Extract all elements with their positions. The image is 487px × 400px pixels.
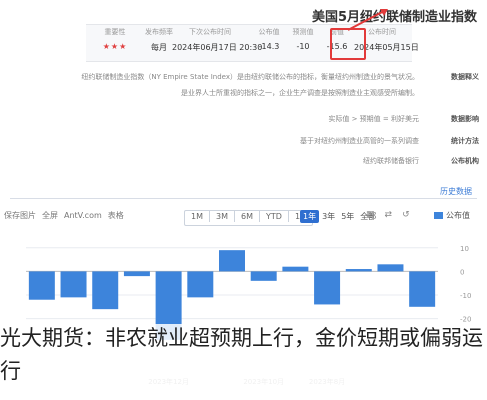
info-row: 是业界人士所重视的指标之一，企业生产调查是按照制造业主观感受所编制。 [8,88,479,100]
info-label: 数据释义 [451,73,479,81]
zoom-group: 1M3M6MYTD1Y [184,210,313,226]
bar [345,269,372,272]
zoom-button[interactable]: 1M [185,211,210,222]
article-caption: 光大期货：非农就业超预期上行，金价短期或偏弱运行 [0,326,483,383]
stat-label: 公布值 [258,28,280,36]
info-text: 纽约联储制造业指数（NY Empire State Index）是由纽约联储公布… [81,73,419,81]
importance-stars: ★★★ [102,42,128,51]
stat-column: 重要性 ★★★ [92,27,138,51]
zoom-button[interactable]: 3M [210,211,235,222]
refresh-icon[interactable]: ↺ [402,210,410,220]
legend-label: 公布值 [446,211,470,220]
bar [409,271,436,307]
toolbar-button[interactable]: 保存图片 [4,210,36,221]
info-label: 数据影响 [451,115,479,123]
info-text: 基于对纽约州制造业高管的一系列调查 [300,137,419,145]
y-tick-label: 0 [460,268,464,276]
legend-swatch [434,212,443,219]
toolbar-button[interactable]: 全屏 [42,210,58,221]
bar [123,271,150,277]
bar [219,250,245,272]
info-text: 纽约联邦储备银行 [363,157,419,165]
info-label: 统计方法 [451,137,479,145]
grid-icon[interactable]: ▦ [366,210,375,220]
chart-tools: ▦ ⇄ ↺ [366,210,420,220]
range-button[interactable]: 3年 [319,210,338,223]
zoom-button[interactable]: 6M [235,211,260,222]
zoom-button[interactable]: YTD [260,211,289,222]
bar [60,271,87,298]
toolbar-button[interactable]: AntV.com [64,211,102,220]
info-label: 公布机构 [451,157,479,165]
bar [314,271,341,305]
info-text: 是业界人士所重视的指标之一，企业生产调查是按照制造业主观感受所编制。 [181,89,419,97]
info-row: 基于对纽约州制造业高管的一系列调查 统计方法 [8,136,479,148]
y-tick-label: 10 [460,245,469,253]
bar [377,264,404,272]
bar [28,271,55,300]
history-data-link[interactable]: 历史数据 [440,186,472,197]
swap-icon[interactable]: ⇄ [385,210,393,220]
range-button[interactable]: 1年 [300,210,320,223]
range-button[interactable]: 5年 [338,210,357,223]
y-tick-label: -10 [460,292,471,300]
stat-value: 每月 [151,43,167,52]
info-row: 纽约联储制造业指数（NY Empire State Index）是由纽约联储公布… [8,72,479,84]
highlight-box [330,28,366,60]
annotation-arrow-icon [347,9,388,31]
bar [187,271,214,298]
bar [250,271,277,281]
stat-label: 下次公布时间 [189,28,231,36]
toolbar-left: 保存图片 全屏 AntV.com 表格 [4,210,130,221]
toolbar-button[interactable]: 表格 [108,210,124,221]
bar [92,271,119,310]
stat-column: 下次公布时间 2024年06月17日 20:30 [172,27,263,53]
stat-label: 发布频率 [145,28,173,36]
bar [282,266,309,272]
info-row: 纽约联邦储备银行 公布机构 [8,156,479,168]
stat-value: 2024年06月17日 20:30 [172,43,263,52]
section-divider [10,198,477,199]
stat-column: 发布频率 每月 [136,27,182,53]
info-row: 实际值 > 预期值 = 利好美元 数据影响 [8,114,479,126]
chart-legend[interactable]: 公布值 [434,210,470,221]
stat-label: 重要性 [104,28,126,36]
info-text: 实际值 > 预期值 = 利好美元 [328,115,419,123]
